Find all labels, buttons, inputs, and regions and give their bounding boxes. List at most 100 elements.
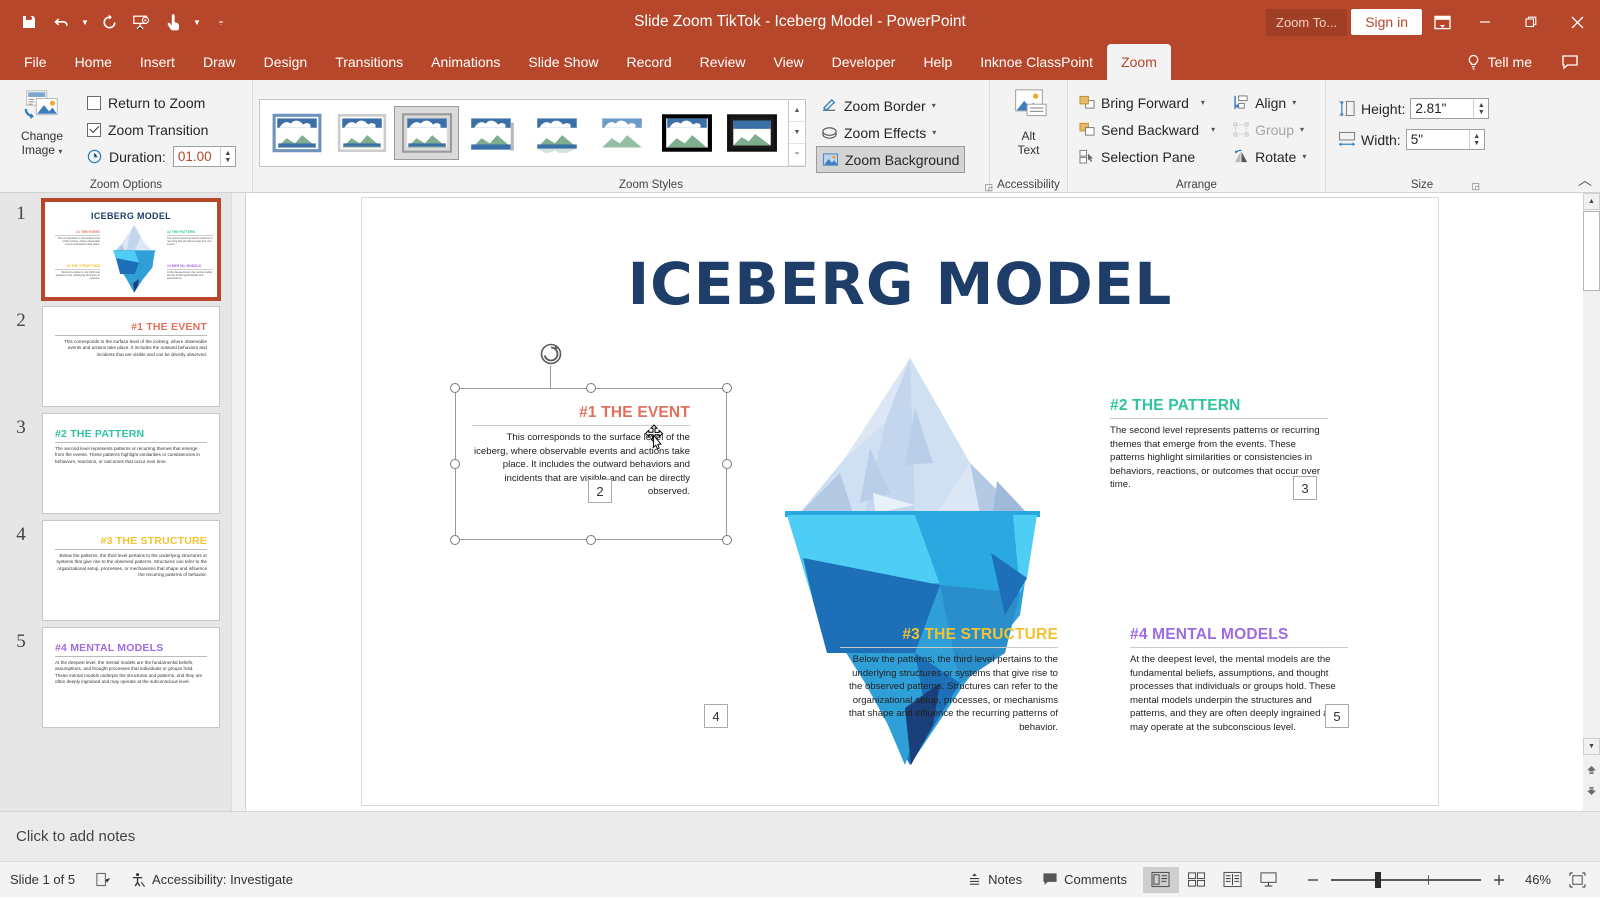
scroll-down-icon[interactable]: ▼ [1583, 738, 1600, 755]
send-backward-button[interactable]: Send Backward ▾ [1074, 116, 1220, 143]
thumbnail-scrollbar[interactable] [231, 193, 245, 811]
height-spinner[interactable]: ▲▼ [1410, 98, 1490, 119]
gallery-scroll-up-icon[interactable]: ▲ [789, 100, 805, 122]
tab-slide-show[interactable]: Slide Show [514, 44, 612, 80]
height-input[interactable] [1411, 101, 1474, 116]
customize-qat-icon[interactable]: ⩦ [214, 7, 228, 37]
restore-button[interactable] [1508, 0, 1554, 44]
comments-button[interactable]: Comments [1032, 862, 1137, 898]
slide-thumbnail-1[interactable]: ICEBERG MODEL #1 THE EVENT This correspond… [41, 198, 221, 301]
zoom-background-button[interactable]: Zoom Background [816, 146, 966, 173]
zoom-effects-button[interactable]: Zoom Effects ▾ [816, 119, 965, 146]
zoom-out-button[interactable] [1295, 867, 1331, 893]
scroll-up-icon[interactable]: ▲ [1583, 193, 1600, 210]
rotation-handle[interactable] [538, 341, 564, 367]
touch-mode-icon[interactable] [158, 7, 188, 37]
slide-thumbnail-4[interactable]: #3 THE STRUCTURE Below the patterns, the … [42, 520, 220, 621]
zoom-styles-gallery[interactable] [259, 98, 789, 167]
slide-title[interactable]: ICEBERG MODEL [362, 250, 1438, 318]
slide-thumbnail-3[interactable]: #2 THE PATTERN The second level represent… [42, 413, 220, 514]
sign-in-button[interactable]: Sign in [1351, 9, 1422, 35]
bring-forward-button[interactable]: Bring Forward ▾ [1074, 89, 1220, 116]
zoom-style-thumbnail-5[interactable] [524, 106, 589, 160]
resize-handle-top-left[interactable] [450, 383, 460, 393]
tab-insert[interactable]: Insert [126, 44, 189, 80]
slide-canvas[interactable]: ICEBERG MODEL #1 THE EVENT This correspo… [361, 197, 1439, 806]
comments-icon[interactable] [1550, 40, 1590, 84]
tab-zoom[interactable]: Zoom [1107, 44, 1171, 80]
tab-file[interactable]: File [10, 44, 61, 80]
resize-handle-bottom-right[interactable] [722, 535, 732, 545]
zoom-slide-badge-5[interactable]: 5 [1325, 704, 1349, 728]
slide-thumbnail-5[interactable]: #4 MENTAL MODELS At the deepest level, th… [42, 627, 220, 728]
tab-draw[interactable]: Draw [189, 44, 250, 80]
zoom-in-button[interactable] [1481, 867, 1517, 893]
zoom-style-thumbnail-6[interactable] [589, 106, 654, 160]
tab-home[interactable]: Home [61, 44, 126, 80]
accessibility-dialog-launcher[interactable]: ◲ [984, 182, 993, 193]
gallery-more-icon[interactable]: ⩦ [789, 144, 805, 166]
slide-sorter-button[interactable] [1179, 867, 1215, 893]
tab-view[interactable]: View [760, 44, 818, 80]
next-slide-icon[interactable] [1583, 782, 1600, 799]
tab-review[interactable]: Review [686, 44, 760, 80]
rotate-button[interactable]: Rotate ▾ [1228, 143, 1311, 170]
notes-button[interactable]: Notes [957, 862, 1032, 898]
tab-developer[interactable]: Developer [818, 44, 910, 80]
zoom-slider[interactable] [1295, 867, 1517, 893]
slide-notes-state-icon[interactable] [85, 862, 120, 898]
slide-block-3[interactable]: #3 THE STRUCTURE Below the patterns, the … [840, 626, 1058, 735]
presentation-icon[interactable] [126, 7, 156, 37]
tab-help[interactable]: Help [909, 44, 966, 80]
zoom-slide-badge-4[interactable]: 4 [704, 704, 728, 728]
group-button[interactable]: Group ▾ [1228, 116, 1311, 143]
alt-text-button[interactable]: Alt Text [996, 86, 1061, 157]
normal-view-button[interactable] [1142, 866, 1179, 893]
duration-stepper[interactable]: ▲ ▼ [219, 147, 235, 166]
slide-vertical-scrollbar[interactable]: ▲ ▼ [1583, 193, 1600, 811]
height-stepper[interactable]: ▲ ▼ [1473, 99, 1488, 118]
zoom-slider-track[interactable] [1330, 871, 1481, 888]
width-stepper[interactable]: ▲ ▼ [1468, 130, 1484, 149]
zoom-style-thumbnail-2[interactable] [329, 106, 394, 160]
zoom-slide-badge-3[interactable]: 3 [1293, 476, 1317, 500]
fit-slide-to-window-button[interactable] [1559, 862, 1600, 898]
tab-inknoe-classpoint[interactable]: Inknoe ClassPoint [966, 44, 1107, 80]
duration-spinner[interactable]: ▲▼ [172, 146, 236, 167]
collapse-ribbon-icon[interactable]: ︿ [1578, 170, 1592, 190]
slide-thumbnail-2[interactable]: #1 THE EVENT This corresponds to the surf… [42, 306, 220, 407]
redo-icon[interactable] [94, 7, 124, 37]
align-button[interactable]: Align ▾ [1228, 89, 1311, 116]
tab-design[interactable]: Design [250, 44, 322, 80]
gallery-scroll-down-icon[interactable]: ▼ [789, 122, 805, 144]
close-button[interactable] [1554, 0, 1600, 44]
resize-handle-middle-right[interactable] [722, 459, 732, 469]
duration-input[interactable] [173, 149, 220, 164]
save-icon[interactable] [14, 7, 44, 37]
zoom-border-button[interactable]: Zoom Border ▾ [816, 92, 965, 119]
selection-pane-button[interactable]: Selection Pane [1074, 143, 1220, 170]
previous-slide-icon[interactable] [1583, 762, 1600, 779]
zoom-style-thumbnail-7[interactable] [654, 106, 719, 160]
resize-handle-bottom-left[interactable] [450, 535, 460, 545]
notes-pane[interactable]: Click to add notes [0, 811, 1600, 861]
resize-handle-top-right[interactable] [722, 383, 732, 393]
tell-me-search[interactable]: Tell me [1456, 54, 1542, 71]
width-spinner[interactable]: ▲▼ [1405, 129, 1485, 150]
scrollbar-thumb[interactable] [1583, 211, 1600, 291]
zoom-style-thumbnail-1[interactable] [264, 106, 329, 160]
tab-record[interactable]: Record [612, 44, 685, 80]
tab-animations[interactable]: Animations [417, 44, 514, 80]
undo-dropdown-icon[interactable]: ▼ [78, 7, 92, 37]
resize-handle-top-center[interactable] [586, 383, 596, 393]
zoom-style-thumbnail-8[interactable] [719, 106, 784, 160]
undo-icon[interactable] [46, 7, 76, 37]
reading-view-button[interactable] [1215, 867, 1251, 893]
zoom-transition-checkbox[interactable]: Zoom Transition [84, 116, 239, 143]
change-image-button[interactable]: Change Image ▾ [6, 86, 78, 158]
touch-mode-dropdown-icon[interactable]: ▼ [190, 7, 204, 37]
zoom-style-thumbnail-3[interactable] [394, 105, 459, 160]
resize-handle-bottom-center[interactable] [586, 535, 596, 545]
minimize-button[interactable] [1462, 0, 1508, 44]
resize-handle-middle-left[interactable] [450, 459, 460, 469]
